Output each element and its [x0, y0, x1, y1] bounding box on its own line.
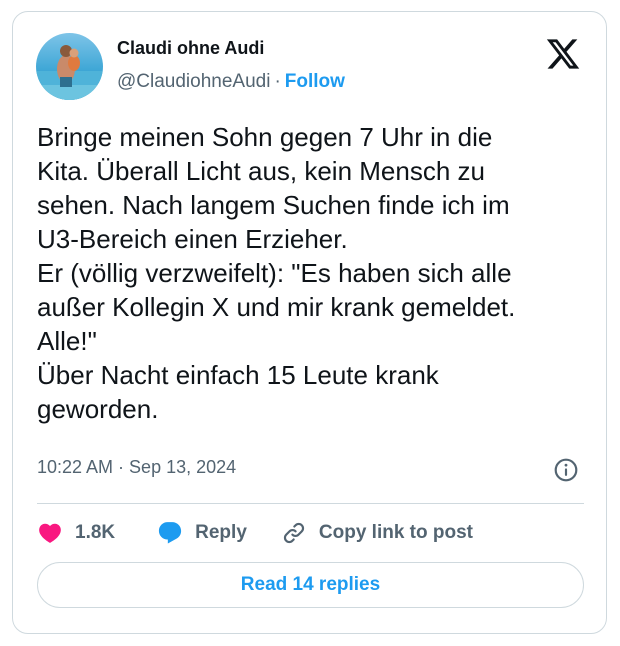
separator-dot: · [274, 71, 281, 92]
divider [37, 503, 584, 504]
author-name[interactable]: Claudi ohne Audi [117, 38, 264, 59]
tweet-embed-card: Claudi ohne Audi @ClaudiohneAudi · Follow … [12, 11, 607, 634]
reply-bubble-icon [159, 522, 182, 544]
x-logo-icon[interactable] [545, 36, 581, 72]
reply-button[interactable]: Reply [157, 520, 247, 546]
avatar-image [36, 33, 103, 100]
author-handle[interactable]: @ClaudiohneAudi [117, 71, 270, 92]
like-count: 1.8K [75, 522, 116, 543]
follow-button[interactable]: Follow [285, 71, 345, 92]
copy-link-button[interactable]: Copy link to post [281, 520, 473, 546]
tweet-timestamp[interactable]: 10:22 AM · Sep 13, 2024 [37, 457, 236, 478]
copy-link-label: Copy link to post [318, 522, 473, 543]
tweet-text: Bringe meinen Sohn gegen 7 Uhr in die Ki… [37, 122, 516, 424]
author-handle-row: @ClaudiohneAudi · Follow [117, 71, 345, 93]
heart-icon [39, 523, 61, 543]
reply-label: Reply [195, 522, 247, 543]
like-button[interactable]: 1.8K [37, 520, 115, 546]
tweet-actions: 1.8K Reply Copy link to post [37, 515, 473, 551]
info-icon[interactable] [553, 457, 579, 483]
read-replies-button[interactable]: Read 14 replies [37, 562, 584, 608]
avatar[interactable] [36, 33, 103, 100]
link-icon [283, 522, 304, 544]
